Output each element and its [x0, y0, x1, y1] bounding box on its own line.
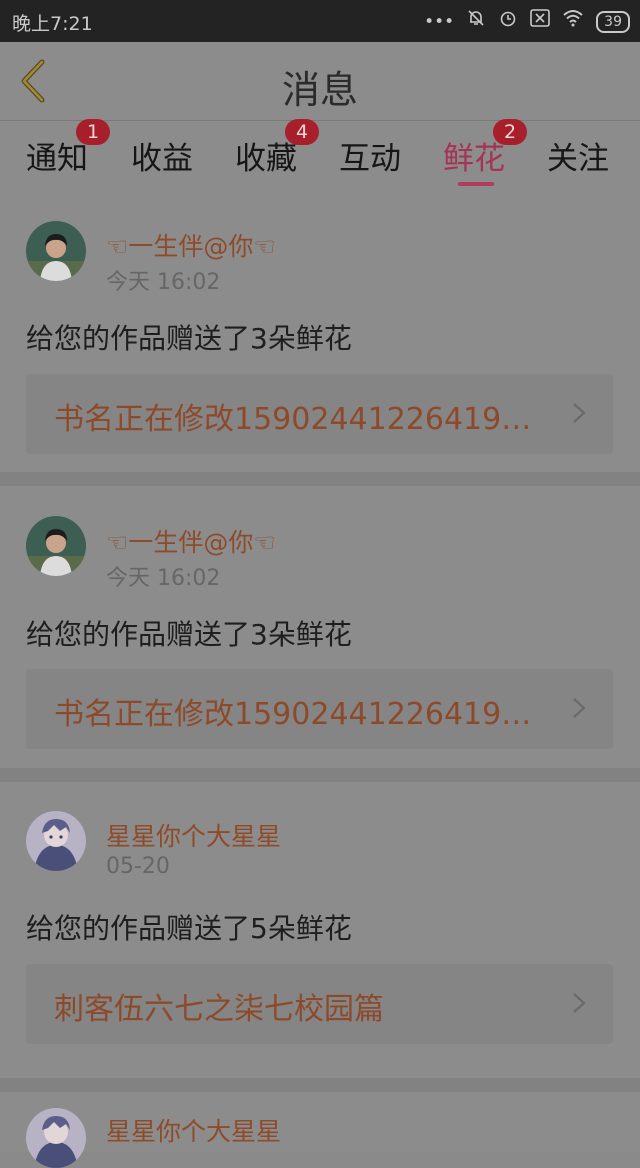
message-text: 给您的作品赠送了3朵鲜花	[26, 322, 352, 355]
book-title: 书名正在修改1590244122641​9…	[54, 402, 532, 437]
message-text: 给您的作品赠送了3朵鲜花	[26, 618, 352, 651]
card-separator	[0, 768, 640, 782]
chevron-right-icon	[573, 993, 586, 1013]
tab-favorites[interactable]: 收藏 4	[235, 119, 319, 178]
tab-notifications[interactable]: 通知 1	[26, 119, 110, 178]
alarm-icon	[498, 8, 518, 35]
anime-avatar-icon	[26, 1108, 86, 1168]
username[interactable]: 星星你个大星星	[106, 817, 281, 853]
tab-interactions[interactable]: 互动	[339, 133, 401, 178]
status-icons: ••• 39	[424, 8, 630, 35]
tab-label: 通知	[26, 141, 88, 177]
tab-label: 关注	[547, 141, 609, 177]
username[interactable]: 星星你个大星星	[106, 1112, 281, 1148]
page-title: 消息	[281, 68, 358, 112]
avatar[interactable]	[26, 1108, 86, 1168]
tab-label: 互动	[339, 141, 401, 177]
timestamp: 今天 16:02	[106, 270, 221, 295]
anime-avatar-icon	[26, 811, 86, 871]
tab-label: 收藏	[235, 141, 297, 177]
chevron-right-icon	[573, 403, 586, 423]
timestamp: 05-20	[106, 854, 170, 879]
chevron-right-icon	[573, 698, 586, 718]
username[interactable]: ☜一生伴@你☜	[106, 523, 276, 559]
book-title: 书名正在修改1590244122641​9…	[54, 697, 532, 732]
unread-badge: 2	[493, 119, 527, 145]
battery-icon: 39	[596, 10, 630, 33]
tab-earnings[interactable]: 收益	[131, 133, 193, 178]
avatar[interactable]	[26, 221, 86, 281]
card-separator	[0, 1078, 640, 1092]
tab-following[interactable]: 关注	[547, 133, 609, 178]
unread-badge: 4	[285, 119, 319, 145]
sim-icon	[530, 9, 550, 34]
card-separator	[0, 472, 640, 486]
timestamp: 今天 16:02	[106, 566, 221, 591]
wifi-icon	[562, 9, 584, 34]
status-time: 晚上7:21	[12, 13, 93, 35]
boy-avatar-icon	[26, 221, 86, 281]
unread-badge: 1	[76, 119, 110, 145]
tab-label: 收益	[131, 141, 193, 177]
active-tab-indicator	[458, 182, 494, 186]
tab-bar: 通知 1 收益 收藏 4 互动 鲜花 2 关注	[0, 119, 640, 197]
avatar[interactable]	[26, 516, 86, 576]
book-link[interactable]: 刺客伍六七之柒七校园篇	[26, 964, 613, 1044]
book-link[interactable]: 书名正在修改1590244122641​9…	[26, 374, 613, 454]
status-bar: 晚上7:21 ••• 39	[0, 0, 640, 42]
message-card: ☜一生伴@你☜ 今天 16:02 给您的作品赠送了3朵鲜花 书名正在修改1590…	[0, 197, 640, 472]
message-card: ☜一生伴@你☜ 今天 16:02 给您的作品赠送了3朵鲜花 书名正在修改1590…	[0, 486, 640, 768]
tab-flowers[interactable]: 鲜花 2	[443, 119, 527, 178]
avatar[interactable]	[26, 811, 86, 871]
message-text: 给您的作品赠送了5朵鲜花	[26, 912, 352, 945]
username[interactable]: ☜一生伴@你☜	[106, 227, 276, 263]
mute-bell-icon	[466, 8, 486, 35]
book-link[interactable]: 书名正在修改1590244122641​9…	[26, 669, 613, 749]
message-card: 星星你个大星星	[0, 1092, 640, 1168]
boy-avatar-icon	[26, 516, 86, 576]
tab-label: 鲜花	[443, 141, 505, 177]
more-dots-icon: •••	[424, 11, 455, 32]
message-card: 星星你个大星星 05-20 给您的作品赠送了5朵鲜花 刺客伍六七之柒七校园篇	[0, 782, 640, 1078]
book-title: 刺客伍六七之柒七校园篇	[54, 992, 384, 1027]
header: 消息	[0, 42, 640, 120]
